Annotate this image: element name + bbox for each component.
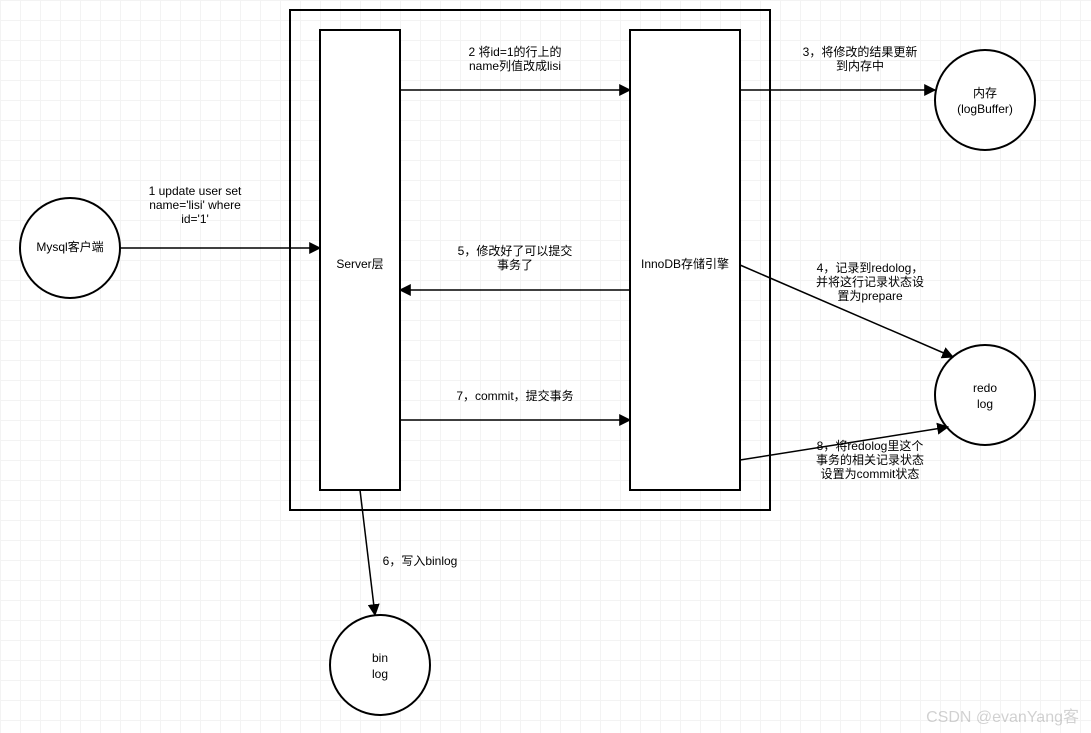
svg-text:1 update user set: 1 update user set bbox=[149, 184, 242, 198]
svg-text:name列值改成lisi: name列值改成lisi bbox=[469, 58, 561, 73]
svg-text:3，将修改的结果更新: 3，将修改的结果更新 bbox=[803, 44, 918, 59]
redolog-label-1: redo bbox=[973, 381, 997, 395]
innodb-label: InnoDB存储引擎 bbox=[641, 256, 729, 271]
svg-text:事务的相关记录状态: 事务的相关记录状态 bbox=[816, 452, 924, 467]
memory-node: 内存 (logBuffer) bbox=[935, 50, 1035, 150]
server-label: Server层 bbox=[336, 257, 383, 271]
redolog-node: redo log bbox=[935, 345, 1035, 445]
svg-text:id='1': id='1' bbox=[181, 212, 209, 226]
client-label: Mysql客户端 bbox=[36, 239, 103, 254]
svg-text:name='lisi' where: name='lisi' where bbox=[149, 198, 241, 212]
memory-label-1: 内存 bbox=[973, 86, 997, 100]
arrow-8: 8，将redolog里这个 事务的相关记录状态 设置为commit状态 bbox=[740, 427, 948, 481]
svg-text:2 将id=1的行上的: 2 将id=1的行上的 bbox=[468, 44, 561, 59]
svg-text:设置为commit状态: 设置为commit状态 bbox=[821, 467, 920, 481]
svg-text:6，写入binlog: 6，写入binlog bbox=[383, 554, 458, 568]
svg-text:事务了: 事务了 bbox=[497, 257, 533, 272]
server-box: Server层 bbox=[320, 30, 400, 490]
binlog-label-1: bin bbox=[372, 651, 388, 665]
watermark: CSDN @evanYang客 bbox=[926, 703, 1079, 727]
svg-text:并将这行记录状态设: 并将这行记录状态设 bbox=[816, 274, 924, 289]
binlog-label-2: log bbox=[372, 667, 388, 681]
innodb-box: InnoDB存储引擎 bbox=[630, 30, 740, 490]
arrow-6: 6，写入binlog bbox=[360, 490, 457, 615]
redolog-label-2: log bbox=[977, 397, 993, 411]
binlog-node: bin log bbox=[330, 615, 430, 715]
svg-text:4，记录到redolog，: 4，记录到redolog， bbox=[817, 261, 924, 275]
client-node: Mysql客户端 bbox=[20, 198, 120, 298]
arrow-7: 7，commit，提交事务 bbox=[400, 388, 630, 420]
arrow-4: 4，记录到redolog， 并将这行记录状态设 置为prepare bbox=[740, 261, 953, 357]
svg-text:8，将redolog里这个: 8，将redolog里这个 bbox=[817, 438, 924, 453]
memory-label-2: (logBuffer) bbox=[957, 102, 1013, 116]
svg-text:7，commit，提交事务: 7，commit，提交事务 bbox=[456, 388, 573, 403]
svg-text:到内存中: 到内存中 bbox=[836, 58, 884, 73]
arrow-5: 5，修改好了可以提交 事务了 bbox=[400, 243, 630, 290]
svg-text:置为prepare: 置为prepare bbox=[837, 289, 903, 303]
diagram-svg: Server层 InnoDB存储引擎 Mysql客户端 内存 (logBuffe… bbox=[0, 0, 1091, 733]
arrow-2: 2 将id=1的行上的 name列值改成lisi bbox=[400, 44, 630, 90]
svg-text:5，修改好了可以提交: 5，修改好了可以提交 bbox=[458, 243, 573, 258]
